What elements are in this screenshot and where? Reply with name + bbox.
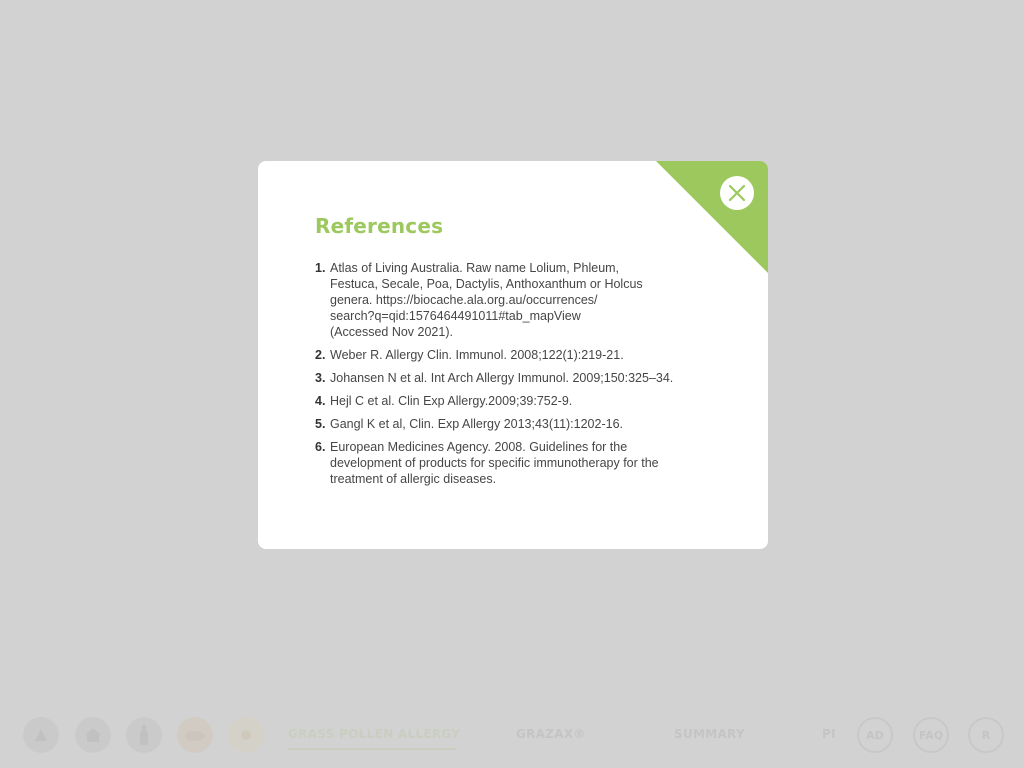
reference-list: 1. Atlas of Living Australia. Raw name Lo… [315,260,687,494]
reference-line: European Medicines Agency. 2008. Guideli… [330,440,628,454]
reference-item: 1. Atlas of Living Australia. Raw name Lo… [315,260,687,340]
reference-line: Gangl K et al, Clin. Exp Allergy 2013;43… [330,417,623,431]
references-button[interactable]: R [968,717,1004,753]
modal-title: References [315,214,444,238]
references-modal: References 1. Atlas of Living Australia. … [258,161,768,549]
reference-text: Weber R. Allergy Clin. Immunol. 2008;122… [330,347,687,363]
reference-line: Festuca, Secale, Poa, Dactylis, Anthoxan… [330,277,643,291]
reference-item: 3. Johansen N et al. Int Arch Allergy Imm… [315,370,687,386]
app-root: GRASS POLLEN ALLERGY GRAZAX® SUMMARY PI … [0,0,1024,768]
reference-text: Gangl K et al, Clin. Exp Allergy 2013;43… [330,416,687,432]
reference-number: 3. [315,371,326,385]
reference-text: Hejl C et al. Clin Exp Allergy.2009;39:7… [330,393,687,409]
active-tab-underline [288,748,456,750]
reference-number: 2. [315,348,326,362]
reference-number: 4. [315,394,326,408]
nav-link-grazax[interactable]: GRAZAX® [516,727,586,741]
reference-item: 2. Weber R. Allergy Clin. Immunol. 2008;1… [315,347,687,363]
reference-number: 5. [315,417,326,431]
reference-text: European Medicines Agency. 2008. Guideli… [330,439,687,487]
faq-button[interactable]: FAQ [913,717,949,753]
corner-accent [656,161,768,273]
ad-button[interactable]: AD [857,717,893,753]
nav-link-pi[interactable]: PI [822,727,836,741]
nav-link-summary[interactable]: SUMMARY [674,727,745,741]
reference-line: treatment of allergic diseases. [330,472,497,486]
triangle-icon[interactable] [23,717,59,753]
reference-item: 5. Gangl K et al, Clin. Exp Allergy 2013;… [315,416,687,432]
reference-line: development of products for specific imm… [330,456,659,470]
reference-line: Hejl C et al. Clin Exp Allergy.2009;39:7… [330,394,573,408]
reference-line: (Accessed Nov 2021). [330,325,453,339]
reference-line: Weber R. Allergy Clin. Immunol. 2008;122… [330,348,624,362]
reference-number: 1. [315,261,326,275]
bottom-navigation: GRASS POLLEN ALLERGY GRAZAX® SUMMARY PI … [0,708,1024,764]
reference-item: 6. European Medicines Agency. 2008. Guide… [315,439,687,487]
reference-line: search?q=qid:1576464491011#tab_mapView [330,309,581,323]
reference-text: Johansen N et al. Int Arch Allergy Immun… [330,370,687,386]
reference-line: Johansen N et al. Int Arch Allergy Immun… [330,371,674,385]
reference-item: 4. Hejl C et al. Clin Exp Allergy.2009;39… [315,393,687,409]
home-icon[interactable] [75,717,111,753]
reference-line: genera. https://biocache.ala.org.au/occu… [330,293,598,307]
reference-line: Atlas of Living Australia. Raw name Loli… [330,261,620,275]
close-icon [728,184,746,202]
bottle-icon[interactable] [126,717,162,753]
close-button[interactable] [720,176,754,210]
grass-cloud-icon[interactable] [177,717,213,753]
nav-link-grass-pollen-allergy[interactable]: GRASS POLLEN ALLERGY [288,727,460,741]
reference-text: Atlas of Living Australia. Raw name Loli… [330,260,687,340]
sun-icon[interactable] [228,717,264,753]
reference-number: 6. [315,440,326,454]
